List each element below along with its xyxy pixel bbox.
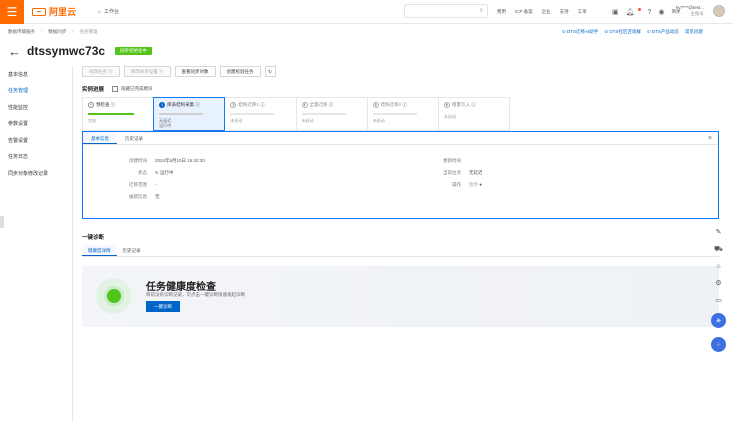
back-arrow-icon[interactable]: ← [8, 45, 21, 58]
sidebar: 基本信息 任务管理 性能监控 参数设置 告警设置 任务日志 同步对象修改记录 [0, 66, 73, 422]
status-badge: 同步初始化中 [115, 47, 153, 55]
close-icon[interactable]: × [708, 135, 712, 142]
step-status: 未启动 [372, 118, 385, 123]
status-value: ↻ 运行中 [155, 170, 174, 175]
health-check-card: 任务健康度检查 目前没有诊断记录，可点击一键诊断快速发起诊断 一键诊断 [82, 266, 719, 327]
step-precheck[interactable]: ✓ 预检查 ⓘ 完成 [82, 97, 155, 131]
one-click-diagnose-button[interactable]: 一键诊断 [146, 301, 180, 312]
settings-icon[interactable]: ⚙ [715, 279, 721, 287]
step-schema-migrate-1[interactable]: 3 结构迁移1 ⓘ 未启动 [224, 97, 297, 131]
refresh-icon[interactable]: ↻ [264, 66, 276, 77]
ai-assistant-link[interactable]: ⊙ DTS迁移AI助手 [562, 29, 598, 35]
community-link[interactable]: ⊙ DTS社区咨询群 [604, 29, 641, 35]
diagnosis-title: 一键诊断 [82, 235, 105, 241]
sidebar-item-alert[interactable]: 告警设置 [0, 132, 72, 149]
product-news-link[interactable]: ⊙ DTS产品动态 [647, 29, 679, 35]
sidebar-item-performance[interactable]: 性能监控 [0, 99, 72, 116]
store-icon[interactable]: ⌂ [716, 263, 720, 270]
step-status: 未启动 [301, 118, 314, 123]
cloud-shell-icon[interactable]: ▣ [612, 8, 619, 16]
step-schema-migrate-2[interactable]: 5 结构迁移2 ⓘ 未启动 [366, 97, 439, 131]
step-status: 无延迟 运行中 [159, 118, 172, 128]
tab-history[interactable]: 历史记录 [117, 132, 151, 144]
crumb-task: 任务管理 [79, 29, 98, 34]
title-row: ← dtssymwc73c 同步初始化中 [8, 44, 153, 58]
nav-fee[interactable]: 费用 [497, 9, 506, 15]
sidebar-item-task[interactable]: 任务管理 [0, 83, 72, 100]
breadcrumb: 数据传输服务 / 数据同步 / 任务管理 [8, 29, 98, 35]
pause-button[interactable]: 暂停 ● [469, 182, 482, 188]
page-title: dtssymwc73c [27, 44, 106, 58]
help-icon[interactable]: ? [648, 9, 652, 16]
sidebar-item-basic[interactable]: 基本信息 [0, 66, 72, 83]
apps-grid-icon[interactable]: ⁘ [711, 337, 726, 352]
crumb-dts[interactable]: 数据传输服务 [8, 29, 35, 35]
ai-assistant-icon[interactable]: ✳ [711, 313, 726, 328]
message-icon[interactable]: ◉ [658, 8, 664, 16]
logo-text: 阿里云 [49, 7, 77, 17]
progress-title: 实例进展 [82, 87, 105, 93]
user-role: 主账号 [690, 11, 704, 16]
faq-link[interactable]: 常见问题 [685, 29, 703, 35]
bell-icon[interactable]: 🔔︎ [626, 8, 635, 16]
step-schema-collect[interactable]: 1 库表结构采集 ⓘ 无延迟 运行中 [153, 97, 226, 131]
create-verify-task-button[interactable]: 创建校验任务 [219, 66, 261, 77]
edit-icon[interactable]: ✎ [716, 228, 722, 236]
nav-ticket[interactable]: 工单 [578, 9, 587, 15]
detail-tabs: 基本信息 历史记录 [83, 132, 718, 145]
step-full-migrate[interactable]: 4 全量迁移 ⓘ 未启动 [295, 97, 368, 131]
view-sync-objects-button[interactable]: 查看同步对象 [174, 66, 216, 77]
nav-support[interactable]: 支持 [560, 9, 569, 15]
search-input[interactable]: ⚲ [404, 4, 488, 18]
user-info[interactable]: ky7***@test... 主账号 [676, 5, 704, 17]
step-status: 未启动 [443, 114, 456, 119]
step-status: 完成 [88, 118, 96, 123]
sidebar-item-modify-log[interactable]: 同步对象修改记录 [0, 165, 72, 182]
diagnosis-tabs: 健康度详情 历史记录 [82, 245, 719, 257]
health-title: 任务健康度检查 [146, 282, 216, 293]
step-detail-panel: 基本信息 历史记录 × 创建时间 2024年8月10日 15:42:30 状态 ↻ … [82, 131, 719, 219]
sidebar-item-params[interactable]: 参数设置 [0, 116, 72, 133]
step-status: 未启动 [230, 118, 243, 123]
home-icon: ⌂ [98, 8, 102, 15]
modify-task-button[interactable]: 修改任务 ⓪ [82, 66, 120, 77]
check-icon: ✓ [88, 102, 94, 108]
message-box-icon[interactable]: ▭ [715, 296, 722, 304]
toolbar: 修改任务 ⓪ 修改同步设置 ⓪ 查看同步对象 创建校验任务 ↻ [82, 66, 276, 77]
help-links: ⊙ DTS迁移AI助手 ⊙ DTS社区咨询群 ⊙ DTS产品动态 常见问题 [562, 29, 703, 35]
cart-icon[interactable]: ⛟ [714, 245, 723, 254]
modify-sync-settings-button[interactable]: 修改同步设置 ⓪ [123, 66, 171, 77]
progress-steps: ✓ 预检查 ⓘ 完成 1 库表结构采集 ⓘ 无延迟 运行中 3 结构迁移1 ⓘ 未启动… [82, 97, 511, 131]
health-shield-icon [96, 278, 132, 314]
workbench-link[interactable]: ⌂ 工作台 [98, 8, 119, 16]
tab-basic-info[interactable]: 基本信息 [83, 132, 117, 144]
search-icon: ⚲ [479, 8, 483, 14]
hide-completed-checkbox[interactable]: 隐藏已完成模块 [112, 86, 153, 92]
step-incremental-write[interactable]: 6 增量写入 ⓘ 未启动 [437, 97, 511, 131]
nav-icp[interactable]: ICP 备案 [515, 9, 533, 15]
logo[interactable]: 阿里云 [32, 5, 76, 18]
top-nav: 费用 ICP 备案 企业 支持 工单 [497, 0, 587, 24]
health-description: 目前没有诊断记录，可点击一键诊断快速发起诊断 [146, 292, 245, 297]
sidebar-item-log[interactable]: 任务日志 [0, 149, 72, 166]
top-icons: ▣ 🔔︎ ? ◉ 简体 [612, 0, 681, 24]
nav-enterprise[interactable]: 企业 [542, 9, 551, 15]
right-toolbar: ✎ ⛟ ⌂ ⚙ ▭ ✳ ⁘ [711, 228, 726, 352]
sidebar-collapse-handle[interactable] [0, 216, 4, 228]
crumb-sync[interactable]: 数据同步 [48, 29, 66, 35]
created-time: 2024年8月10日 15:42:30 [155, 158, 205, 163]
progress-section-header: 实例进展 隐藏已完成模块 [82, 85, 153, 93]
tab-health-detail[interactable]: 健康度详情 [82, 245, 117, 256]
avatar[interactable] [713, 5, 725, 17]
tab-diag-history[interactable]: 历史记录 [117, 245, 147, 256]
menu-icon[interactable]: ☰ [0, 0, 24, 24]
